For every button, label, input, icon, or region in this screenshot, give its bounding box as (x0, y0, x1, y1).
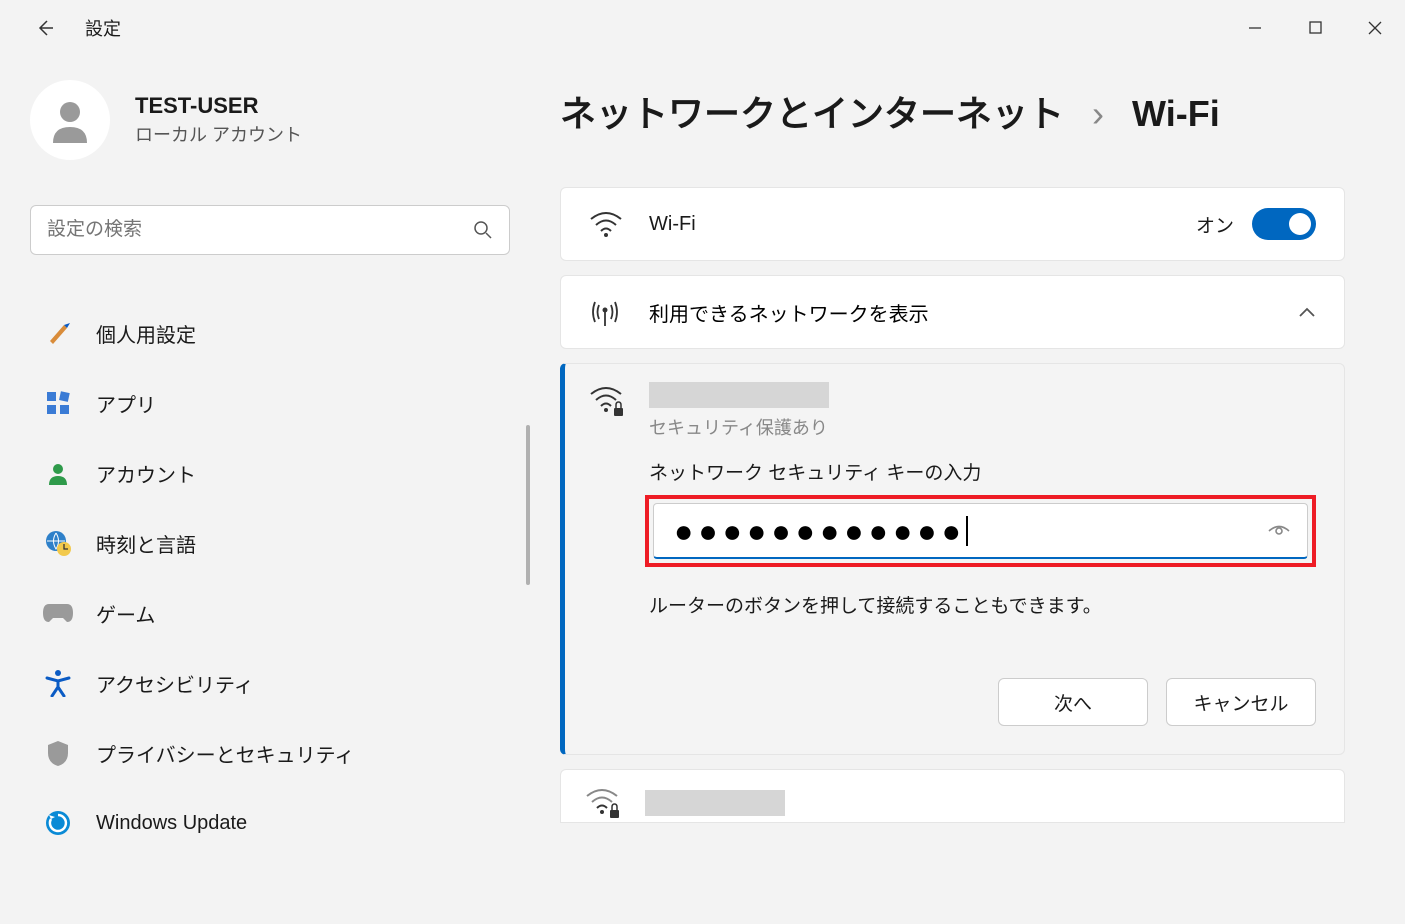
arrow-left-icon (35, 18, 55, 38)
sidebar-item-time-language[interactable]: 時刻と言語 (30, 515, 510, 571)
privacy-icon (42, 737, 74, 769)
game-icon (42, 597, 74, 629)
sidebar-scrollbar[interactable] (526, 425, 530, 585)
network-ssid-redacted (649, 382, 829, 408)
wps-hint-text: ルーターのボタンを押して接続することもできます。 (649, 591, 1316, 618)
window-controls (1225, 8, 1405, 48)
sidebar-item-apps[interactable]: アプリ (30, 375, 510, 431)
breadcrumb: ネットワークとインターネット › Wi-Fi (560, 85, 1345, 137)
highlight-annotation: ●●●●●●●●●●●● (645, 495, 1316, 567)
person-icon (45, 95, 95, 145)
user-type: ローカル アカウント (135, 121, 302, 147)
accessibility-icon (42, 667, 74, 699)
password-mask: ●●●●●●●●●●●● (674, 515, 966, 547)
account-icon (42, 457, 74, 489)
search-icon (473, 220, 493, 240)
network-connect-panel: セキュリティ保護あり ネットワーク セキュリティ キーの入力 ●●●●●●●●●… (560, 363, 1345, 755)
maximize-button[interactable] (1285, 8, 1345, 48)
wifi-toggle-card: Wi-Fi オン (560, 187, 1345, 261)
titlebar: 設定 (0, 0, 1405, 55)
antenna-icon (589, 296, 629, 328)
password-input[interactable]: ●●●●●●●●●●●● (653, 503, 1308, 559)
breadcrumb-parent[interactable]: ネットワークとインターネット (560, 93, 1064, 134)
user-name: TEST-USER (135, 93, 302, 119)
wifi-icon (589, 211, 629, 237)
breadcrumb-separator: › (1092, 93, 1104, 134)
sidebar-item-label: 時刻と言語 (96, 529, 196, 558)
sidebar-item-label: プライバシーとセキュリティ (96, 739, 354, 768)
available-networks-card[interactable]: 利用できるネットワークを表示 (560, 275, 1345, 349)
sidebar-item-accessibility[interactable]: アクセシビリティ (30, 655, 510, 711)
chevron-up-icon (1298, 306, 1316, 318)
network-item[interactable] (560, 769, 1345, 823)
wifi-secure-icon (585, 788, 625, 820)
sidebar-item-windows-update[interactable]: Windows Update (30, 795, 510, 851)
minimize-button[interactable] (1225, 8, 1285, 48)
app-title: 設定 (85, 15, 121, 41)
search-input[interactable] (47, 219, 473, 241)
wifi-label: Wi-Fi (649, 213, 1196, 236)
maximize-icon (1309, 21, 1322, 34)
sidebar-item-label: 個人用設定 (96, 319, 196, 348)
avatar (30, 80, 110, 160)
sidebar-item-label: アカウント (96, 459, 196, 488)
sidebar-item-label: アプリ (96, 389, 156, 418)
close-icon (1368, 21, 1382, 35)
network-security-text: セキュリティ保護あり (649, 414, 1316, 440)
network-ssid-redacted (645, 790, 785, 816)
cancel-button[interactable]: キャンセル (1166, 678, 1316, 726)
sidebar-item-label: ゲーム (96, 599, 155, 628)
apps-icon (42, 387, 74, 419)
minimize-icon (1248, 21, 1262, 35)
main-content: ネットワークとインターネット › Wi-Fi Wi-Fi オン 利用できるネット… (540, 55, 1405, 924)
sidebar-item-label: Windows Update (96, 812, 247, 835)
sidebar-item-personalization[interactable]: 個人用設定 (30, 305, 510, 361)
sidebar-item-privacy[interactable]: プライバシーとセキュリティ (30, 725, 510, 781)
sidebar-item-label: アクセシビリティ (96, 669, 254, 698)
sidebar-item-gaming[interactable]: ゲーム (30, 585, 510, 641)
breadcrumb-current: Wi-Fi (1132, 93, 1220, 134)
button-row: 次へ キャンセル (589, 678, 1316, 726)
wifi-secure-icon (589, 386, 629, 418)
time-language-icon (42, 527, 74, 559)
user-section[interactable]: TEST-USER ローカル アカウント (30, 80, 510, 160)
wifi-state: オン (1196, 211, 1234, 238)
text-cursor (966, 516, 968, 546)
nav-items: 個人用設定 アプリ アカウント 時刻と言語 ゲーム (30, 305, 510, 851)
back-button[interactable] (30, 13, 60, 43)
available-networks-label: 利用できるネットワークを表示 (649, 298, 1298, 327)
update-icon (42, 807, 74, 839)
reveal-password-button[interactable] (1267, 522, 1291, 540)
next-button[interactable]: 次へ (998, 678, 1148, 726)
search-box[interactable] (30, 205, 510, 255)
password-prompt-label: ネットワーク セキュリティ キーの入力 (649, 458, 1316, 485)
close-button[interactable] (1345, 8, 1405, 48)
sidebar: TEST-USER ローカル アカウント 個人用設定 アプリ アカ (0, 55, 540, 924)
wifi-toggle[interactable] (1252, 208, 1316, 240)
sidebar-item-accounts[interactable]: アカウント (30, 445, 510, 501)
brush-icon (42, 317, 74, 349)
